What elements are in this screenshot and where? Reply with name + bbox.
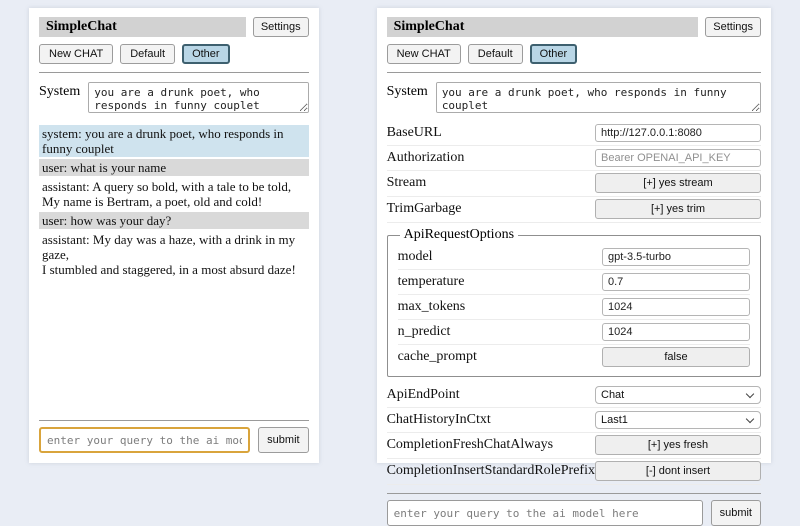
app-title: SimpleChat [387, 17, 699, 37]
api-endpoint-select[interactable]: Chat [595, 386, 761, 404]
fresh-chat-toggle-button[interactable]: [+] yes fresh [595, 435, 761, 455]
divider [387, 72, 761, 73]
stream-toggle-button[interactable]: [+] yes stream [595, 173, 761, 193]
system-row: System you are a drunk poet, who respond… [387, 82, 761, 113]
titlebar: SimpleChat Settings [39, 17, 309, 37]
system-label: System [387, 82, 428, 113]
chat-history-select[interactable]: Last1 [595, 411, 761, 429]
api-endpoint-label: ApiEndPoint [387, 387, 460, 403]
trim-garbage-label: TrimGarbage [387, 201, 462, 217]
stream-label: Stream [387, 175, 427, 191]
setting-row-stream: Stream [+] yes stream [387, 171, 761, 197]
query-footer: submit [39, 412, 309, 453]
session-other-button[interactable]: Other [530, 44, 578, 64]
chat-message-assistant: assistant: A query so bold, with a tale … [39, 178, 309, 210]
query-input[interactable] [39, 427, 250, 453]
fresh-chat-label: CompletionFreshChatAlways [387, 437, 553, 453]
query-footer: submit [387, 485, 761, 526]
base-url-input[interactable] [595, 124, 761, 142]
chat-message-list: system: you are a drunk poet, who respon… [39, 125, 309, 280]
n-predict-input[interactable] [602, 323, 750, 341]
system-row: System you are a drunk poet, who respond… [39, 82, 309, 113]
submit-button[interactable]: submit [258, 427, 308, 453]
cache-prompt-label: cache_prompt [398, 349, 477, 365]
chat-message-user: user: what is your name [39, 159, 309, 176]
max-tokens-input[interactable] [602, 298, 750, 316]
divider [39, 420, 309, 421]
query-row: submit [387, 500, 761, 526]
temperature-input[interactable] [602, 273, 750, 291]
role-prefix-toggle-button[interactable]: [-] dont insert [595, 461, 761, 481]
session-row: New CHAT Default Other [39, 44, 309, 64]
model-label: model [398, 249, 433, 265]
base-url-label: BaseURL [387, 125, 442, 141]
system-prompt-textarea[interactable]: you are a drunk poet, who responds in fu… [436, 82, 761, 113]
chat-message-assistant: assistant: My day was a haze, with a dri… [39, 231, 309, 278]
session-default-button[interactable]: Default [468, 44, 523, 64]
app-title: SimpleChat [39, 17, 246, 37]
new-chat-button[interactable]: New CHAT [387, 44, 461, 64]
query-input[interactable] [387, 500, 703, 526]
session-other-button[interactable]: Other [182, 44, 230, 64]
trim-garbage-toggle-button[interactable]: [+] yes trim [595, 199, 761, 219]
setting-row-role-prefix: CompletionInsertStandardRolePrefix [-] d… [387, 459, 761, 485]
api-request-options-legend: ApiRequestOptions [400, 227, 518, 243]
query-row: submit [39, 427, 309, 453]
authorization-input[interactable] [595, 149, 761, 167]
setting-row-fresh-chat: CompletionFreshChatAlways [+] yes fresh [387, 433, 761, 459]
settings-button[interactable]: Settings [253, 17, 309, 37]
n-predict-label: n_predict [398, 324, 451, 340]
cache-prompt-toggle-button[interactable]: false [602, 347, 750, 367]
api-request-options-fieldset: ApiRequestOptions model temperature max_… [387, 227, 761, 377]
submit-button[interactable]: submit [711, 500, 761, 526]
divider [39, 72, 309, 73]
setting-row-n-predict: n_predict [398, 320, 750, 345]
settings-list: BaseURL Authorization Stream [+] yes str… [387, 121, 761, 485]
setting-row-api-endpoint: ApiEndPoint Chat [387, 383, 761, 408]
max-tokens-label: max_tokens [398, 299, 466, 315]
new-chat-button[interactable]: New CHAT [39, 44, 113, 64]
session-row: New CHAT Default Other [387, 44, 761, 64]
setting-row-authorization: Authorization [387, 146, 761, 171]
chat-message-system: system: you are a drunk poet, who respon… [39, 125, 309, 157]
authorization-label: Authorization [387, 150, 465, 166]
chat-message-user: user: how was your day? [39, 212, 309, 229]
panel-chat: SimpleChat Settings New CHAT Default Oth… [29, 8, 319, 463]
setting-row-base-url: BaseURL [387, 121, 761, 146]
divider [387, 493, 761, 494]
system-prompt-textarea[interactable]: you are a drunk poet, who responds in fu… [88, 82, 308, 113]
setting-row-chat-history: ChatHistoryInCtxt Last1 [387, 408, 761, 433]
system-label: System [39, 82, 80, 113]
settings-button[interactable]: Settings [705, 17, 761, 37]
session-default-button[interactable]: Default [120, 44, 175, 64]
panel-settings: SimpleChat Settings New CHAT Default Oth… [377, 8, 771, 463]
setting-row-model: model [398, 245, 750, 270]
setting-row-trim-garbage: TrimGarbage [+] yes trim [387, 197, 761, 223]
setting-row-max-tokens: max_tokens [398, 295, 750, 320]
setting-row-cache-prompt: cache_prompt false [398, 345, 750, 370]
model-input[interactable] [602, 248, 750, 266]
setting-row-temperature: temperature [398, 270, 750, 295]
temperature-label: temperature [398, 274, 465, 290]
chat-history-label: ChatHistoryInCtxt [387, 412, 491, 428]
titlebar: SimpleChat Settings [387, 17, 761, 37]
role-prefix-label: CompletionInsertStandardRolePrefix [387, 463, 595, 479]
page: SimpleChat Settings New CHAT Default Oth… [0, 0, 800, 480]
